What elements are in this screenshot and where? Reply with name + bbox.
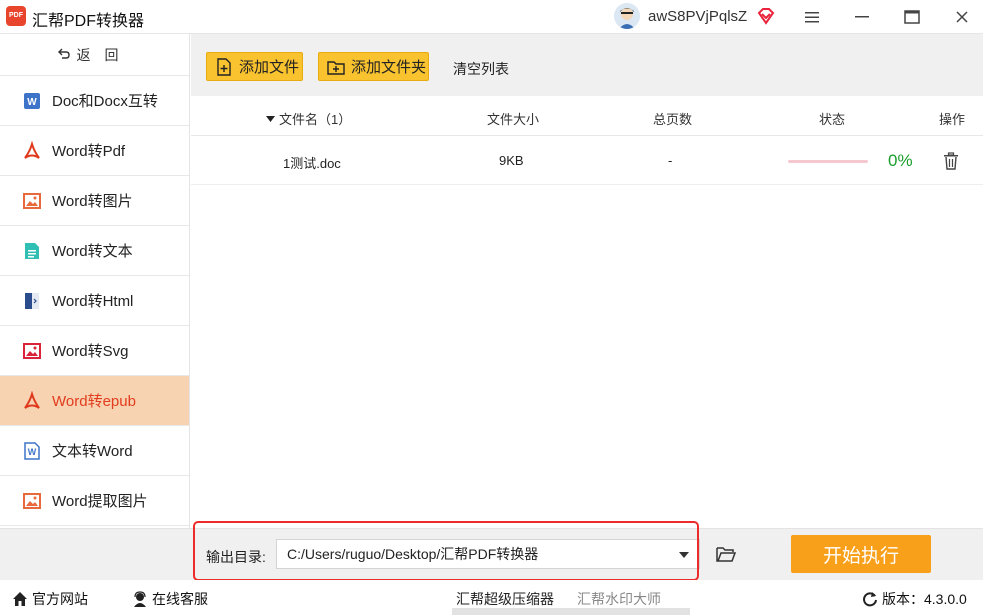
pdf-icon: [22, 390, 42, 411]
word-doc-icon: W: [22, 441, 42, 461]
progress-bar: [788, 160, 868, 163]
column-size: 文件大小: [487, 112, 540, 127]
add-file-label: 添加文件: [239, 59, 300, 76]
version-label: 版本：4.3.0.0: [882, 591, 967, 607]
add-folder-label: 添加文件夹: [351, 59, 427, 76]
column-status: 状态: [819, 112, 846, 127]
svg-text:W: W: [28, 447, 37, 457]
sidebar-item-label: Word转文本: [52, 243, 133, 260]
marquee-thumbnail: [452, 608, 690, 615]
svg-text:W: W: [27, 97, 37, 108]
text-file-icon: [22, 241, 42, 261]
sidebar-item-word-pdf[interactable]: Word转Pdf: [0, 126, 189, 176]
add-folder-icon: [327, 58, 345, 76]
maximize-icon[interactable]: [899, 4, 925, 30]
table-row[interactable]: 1测试.doc 9KB - 0%: [191, 136, 983, 185]
sidebar-item-word-text[interactable]: Word转文本: [0, 226, 189, 276]
clear-list-button[interactable]: 清空列表: [453, 59, 509, 79]
back-arrow-icon: [57, 46, 71, 63]
sidebar-item-label: Word转图片: [52, 193, 133, 210]
column-pages: 总页数: [653, 112, 693, 127]
trash-icon[interactable]: [943, 152, 959, 170]
page-count: -: [668, 153, 673, 168]
sidebar-item-label: Word转epub: [52, 393, 136, 410]
add-folder-button[interactable]: 添加文件夹: [318, 52, 429, 81]
user-name[interactable]: awS8PVjPqlsZ: [648, 8, 747, 25]
sidebar-item-text-word[interactable]: W 文本转Word: [0, 426, 189, 476]
file-name: 1测试.doc: [283, 156, 341, 171]
app-logo: PDF: [6, 6, 26, 26]
file-size: 9KB: [499, 153, 524, 168]
vip-diamond-icon[interactable]: [756, 6, 776, 26]
minimize-icon[interactable]: [849, 4, 875, 30]
word-doc-icon: W: [22, 91, 42, 111]
compressor-link[interactable]: 汇帮超级压缩器: [456, 589, 554, 609]
sidebar-item-label: Word转Html: [52, 293, 134, 310]
image-icon: [22, 491, 42, 511]
title-bar: PDF 汇帮PDF转换器 awS8PVjPqlsZ: [0, 0, 983, 34]
sidebar-item-word-svg[interactable]: Word转Svg: [0, 326, 189, 376]
app-title: 汇帮PDF转换器: [32, 13, 145, 30]
support-agent-icon: [132, 591, 148, 607]
watermark-link[interactable]: 汇帮水印大师: [577, 589, 661, 609]
pdf-icon: [22, 140, 42, 161]
sidebar-item-word-image[interactable]: Word转图片: [0, 176, 189, 226]
sidebar-item-label: Word转Pdf: [52, 143, 126, 160]
start-button[interactable]: 开始执行: [791, 535, 931, 573]
sidebar-item-word-epub[interactable]: Word转epub: [0, 376, 189, 426]
status-bar: 官方网站 在线客服 汇帮超级压缩器 汇帮水印大师 版本：4.3.0.0: [0, 580, 983, 615]
sidebar-item-doc-docx[interactable]: W Doc和Docx互转: [0, 76, 189, 126]
menu-icon[interactable]: [799, 4, 825, 30]
image-icon: [22, 341, 42, 361]
online-support-label: 在线客服: [152, 591, 208, 607]
image-icon: [22, 191, 42, 211]
progress-percent: 0%: [888, 151, 913, 170]
main-panel: 添加文件 添加文件夹 清空列表 文件名（1） 文件大小 总页数 状态 操作 1测…: [191, 34, 983, 528]
output-dir-highlight: [193, 521, 699, 581]
version-info[interactable]: 版本：4.3.0.0: [862, 589, 967, 609]
sidebar-item-label: Word提取图片: [52, 493, 148, 510]
close-icon[interactable]: [949, 4, 975, 30]
sidebar-item-label: Doc和Docx互转: [52, 93, 158, 110]
refresh-icon: [862, 591, 878, 607]
sidebar-item-label: Word转Svg: [52, 343, 129, 360]
open-folder-icon[interactable]: [716, 545, 737, 563]
back-button[interactable]: 返回: [0, 34, 189, 76]
sidebar: 返回 W Doc和Docx互转 Word转Pdf Word转图片 Word转文本…: [0, 34, 190, 528]
official-website-link[interactable]: 官方网站: [12, 589, 88, 609]
column-name-label: 文件名（1）: [279, 112, 352, 127]
official-website-label: 官方网站: [32, 591, 88, 607]
table-header: 文件名（1） 文件大小 总页数 状态 操作: [191, 96, 983, 136]
home-icon: [12, 591, 28, 607]
column-action: 操作: [939, 112, 966, 127]
sidebar-item-word-html[interactable]: Word转Html: [0, 276, 189, 326]
sort-desc-icon: [266, 115, 275, 122]
sidebar-item-word-extract-image[interactable]: Word提取图片: [0, 476, 189, 526]
toolbar: 添加文件 添加文件夹 清空列表: [191, 34, 983, 96]
online-support-link[interactable]: 在线客服: [132, 589, 208, 609]
user-avatar[interactable]: [614, 3, 640, 29]
back-label: 返回: [76, 46, 133, 63]
add-file-button[interactable]: 添加文件: [206, 52, 303, 81]
add-file-icon: [215, 57, 233, 76]
sidebar-item-label: 文本转Word: [52, 443, 133, 460]
column-name[interactable]: 文件名（1）: [266, 109, 351, 128]
html-file-icon: [22, 291, 42, 311]
